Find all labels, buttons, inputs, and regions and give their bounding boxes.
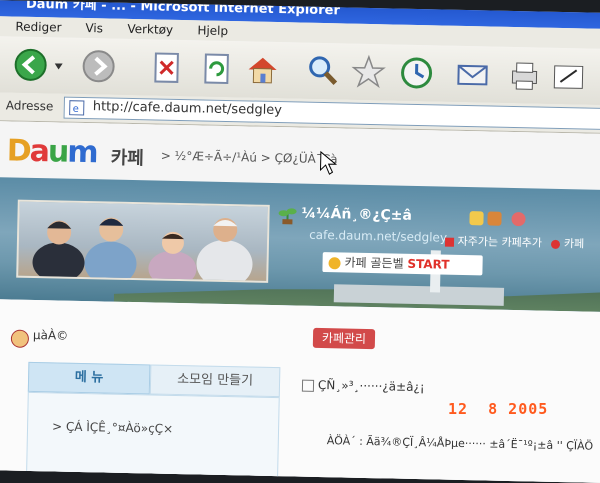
golden-bell-button[interactable]: 카페 골든벨 START <box>322 252 483 276</box>
home-icon[interactable] <box>244 51 281 88</box>
stop-icon[interactable] <box>148 49 185 86</box>
refresh-icon[interactable] <box>198 50 235 87</box>
search-icon[interactable] <box>304 53 341 90</box>
badge-icon <box>469 211 484 226</box>
cafe-title[interactable]: ¼¼Áñ¸®¿Ç±â <box>301 206 412 224</box>
tab-create-small-group[interactable]: 소모임 만들기 <box>149 364 281 398</box>
plus-icon <box>444 237 455 247</box>
menu-vis[interactable]: Vis <box>85 18 103 38</box>
cafe-content: µàÀ© 카페관리 메 뉴 소모임 만들기 > ÇÁ ÌÇÊ¸°¤Àö»çÇ× … <box>0 299 600 483</box>
bell-icon <box>328 256 341 269</box>
user-face-icon <box>10 329 30 348</box>
cafe-label[interactable]: 카페 <box>110 144 144 171</box>
menu-verktoy[interactable]: Verktøy <box>127 19 173 40</box>
tab-menu[interactable]: 메 뉴 <box>27 361 151 395</box>
people-photo-icon <box>32 217 253 288</box>
sidebar-item[interactable]: > ÇÁ ÌÇÊ¸°¤Àö»çÇ× <box>52 419 173 436</box>
start-label: START <box>407 256 450 272</box>
print-icon[interactable] <box>506 57 543 94</box>
address-label: Adresse <box>5 98 54 114</box>
cafe-url[interactable]: cafe.daum.net/sedgley <box>309 228 447 245</box>
history-icon[interactable] <box>398 55 435 92</box>
group-photo <box>16 199 270 288</box>
badge-icon <box>487 211 502 226</box>
svg-text:e: e <box>73 104 79 115</box>
forward-icon[interactable] <box>80 48 117 85</box>
cafe-banner: ¼¼Áñ¸®¿Ç±â cafe.daum.net/sedgley 자주가는 카페… <box>0 177 600 313</box>
face-icon <box>511 211 526 227</box>
plant-icon <box>278 208 297 225</box>
edit-icon[interactable] <box>550 58 587 95</box>
user-label[interactable]: µàÀ© <box>33 328 68 343</box>
house-icon <box>551 239 561 249</box>
buildings-image <box>333 284 505 306</box>
daum-logo[interactable]: Daum <box>6 133 96 170</box>
golden-bell-label: 카페 골든벨 <box>344 255 404 271</box>
mail-icon[interactable] <box>454 56 491 93</box>
back-icon[interactable] <box>12 46 49 83</box>
add-favorite-cafe-link[interactable]: 자주가는 카페추가 카페 <box>444 233 585 252</box>
chevron-down-icon[interactable] <box>54 63 63 70</box>
ie-page-icon: e <box>69 100 85 116</box>
board-icon <box>301 379 315 392</box>
menu-rediger[interactable]: Rediger <box>15 17 61 38</box>
cafe-admin-button[interactable]: 카페관리 <box>312 327 376 350</box>
favorites-icon[interactable] <box>350 54 387 91</box>
sidebar-menu: > ÇÁ ÌÇÊ¸°¤Àö»çÇ× <box>25 391 280 483</box>
breadcrumb[interactable]: > ½°Æ÷Ã÷/¹Àú > ÇØ¿ÜÀ¯Çà <box>161 149 338 167</box>
favorite-label: 자주가는 카페추가 <box>457 234 543 250</box>
web-page: Daum 카페 > ½°Æ÷Ã÷/¹Àú > ÇØ¿ÜÀ¯Çà ¼¼Áñ¸®¿Ç… <box>0 121 600 483</box>
menu-hjelp[interactable]: Hjelp <box>197 20 228 41</box>
camera-timestamp: 12 8 2005 <box>448 400 549 418</box>
notice-title[interactable]: ÇÑ¸»³¸······¿ä±â¿¡ <box>318 378 425 394</box>
mouse-cursor-icon <box>319 150 338 175</box>
cafe-home-label: 카페 <box>563 237 585 251</box>
address-url[interactable]: http://cafe.daum.net/sedgley <box>93 99 282 118</box>
